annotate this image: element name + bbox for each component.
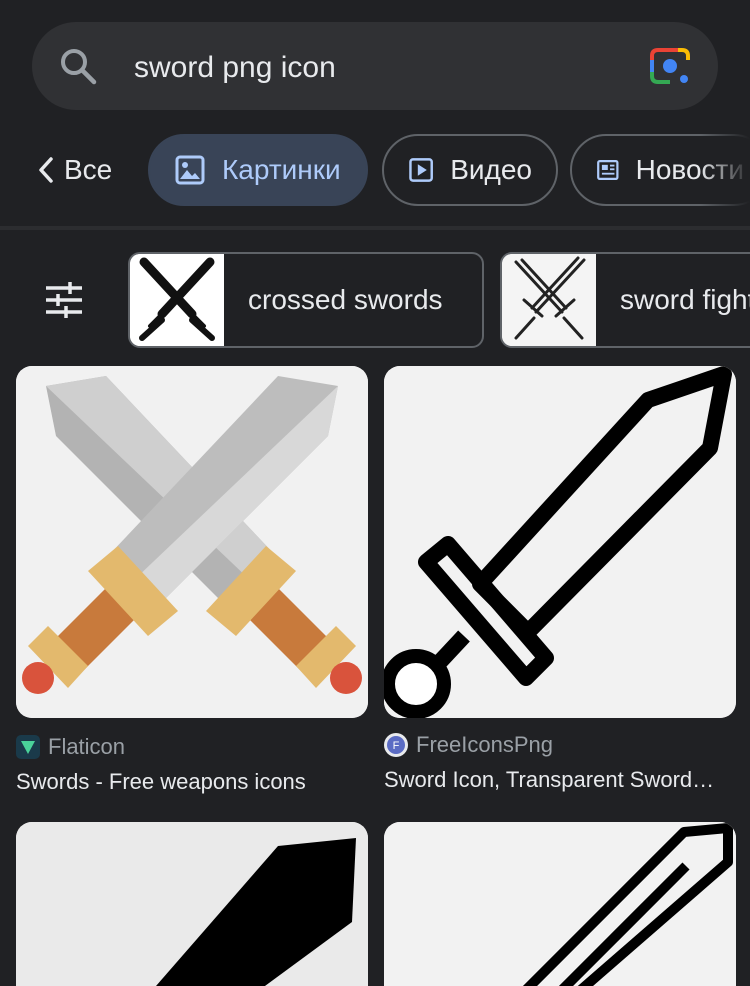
back-all-label: Все [64, 154, 113, 185]
sword-outline-icon [384, 366, 736, 718]
image-icon [175, 155, 205, 185]
result-source-label: Flaticon [48, 734, 126, 759]
back-all-tab[interactable]: Все [38, 134, 112, 206]
flaticon-favicon-icon [16, 735, 40, 759]
news-icon [597, 160, 619, 180]
suggestion-sword-fight[interactable]: sword fight [500, 252, 750, 348]
google-lens-icon[interactable] [648, 46, 692, 86]
search-input[interactable] [134, 46, 614, 90]
search-icon[interactable] [58, 46, 98, 86]
result-source[interactable]: Flaticon [16, 734, 125, 760]
result-image[interactable] [16, 822, 368, 986]
result-source[interactable]: F FreeIconsPng [384, 732, 553, 758]
sword-fight-thumbnail [502, 254, 596, 346]
result-image[interactable] [384, 822, 736, 986]
crossed-swords-icon [16, 366, 368, 718]
sword-silhouette-icon [16, 822, 368, 986]
divider [0, 226, 750, 230]
play-icon [409, 158, 433, 182]
result-source-label: FreeIconsPng [416, 732, 553, 757]
result-image[interactable] [16, 366, 368, 718]
tab-video-label: Видео [450, 154, 532, 185]
sword-line-icon [384, 822, 736, 986]
svg-text:F: F [393, 740, 400, 752]
filter-sliders-icon[interactable] [44, 280, 84, 320]
tab-images-label: Картинки [222, 154, 341, 185]
search-tabs: Все Картинки Видео Новости [0, 134, 750, 206]
crossed-swords-thumbnail [130, 254, 224, 346]
result-title[interactable]: Swords - Free weapons icons [16, 769, 368, 795]
chevron-left-icon [39, 157, 53, 183]
tab-video[interactable]: Видео [382, 134, 558, 206]
suggestion-label: crossed swords [248, 284, 443, 315]
google-images-page: Все Картинки Видео [0, 0, 750, 986]
suggestion-label: sword fight [620, 284, 750, 315]
freeiconspng-favicon-icon: F [384, 733, 408, 757]
suggestion-crossed-swords[interactable]: crossed swords [128, 252, 484, 348]
result-title[interactable]: Sword Icon, Transparent Sword Png [384, 767, 718, 793]
tabs-fade [700, 134, 750, 206]
tab-images[interactable]: Картинки [148, 134, 368, 206]
result-image[interactable] [384, 366, 736, 718]
